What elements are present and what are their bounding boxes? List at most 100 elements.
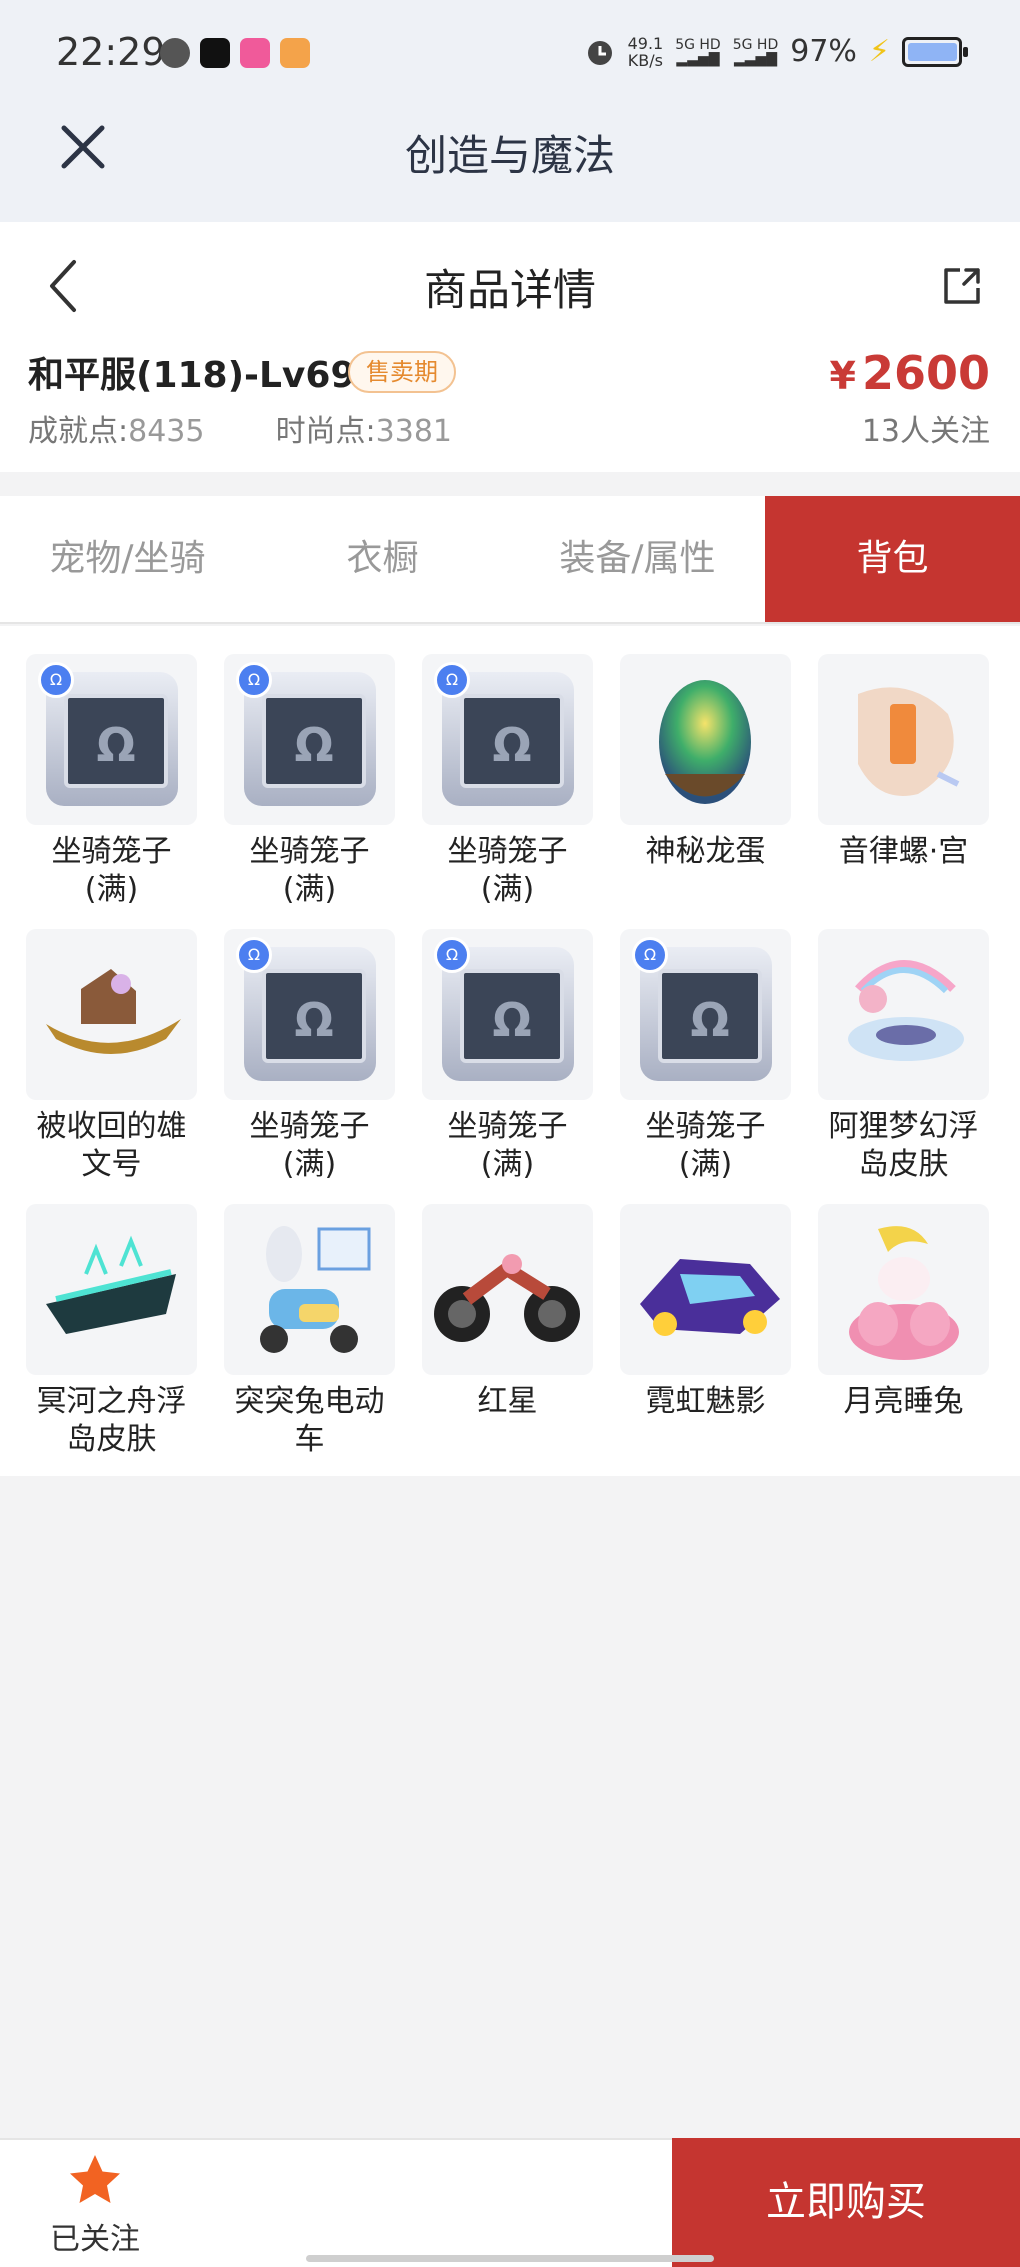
achievement-label: 成就点: (28, 414, 129, 449)
backpack-item[interactable]: Ω Ω 坐骑笼子 (满) (223, 654, 396, 929)
cage-body: ΩΩ (236, 662, 376, 806)
item-subtitle: (满) (84, 872, 139, 907)
buy-now-button[interactable]: 立即购买 (672, 2138, 1020, 2267)
currency-symbol: ¥ (829, 354, 856, 398)
backpack-item[interactable]: Ω Ω 坐骑笼子 (满) (421, 929, 594, 1204)
backpack-item[interactable]: Ω Ω 坐骑笼子 (满) (421, 654, 594, 929)
item-name: 冥河之舟浮 (36, 1384, 187, 1419)
backpack-item[interactable]: Ω Ω 坐骑笼子 (满) (25, 654, 198, 929)
backpack-item[interactable]: 被收回的雄 文号 (25, 929, 198, 1204)
battery-fill (908, 42, 958, 61)
charging-icon: ⚡ (868, 34, 890, 69)
page-title: 商品详情 (424, 266, 596, 316)
price: ¥2600 (830, 346, 990, 400)
item-name: 神秘龙蛋 (645, 834, 766, 869)
item-subtitle: (满) (480, 1147, 535, 1182)
item-name: 坐骑笼子 (447, 834, 568, 869)
mount-cage-icon: ΩΩ (224, 929, 395, 1100)
backpack-item[interactable]: 阿狸梦幻浮 岛皮肤 (817, 929, 990, 1204)
follower-count: 13人关注 (861, 414, 990, 449)
app-title: 创造与魔法 (404, 131, 615, 180)
backpack-item[interactable]: 月亮睡兔 (817, 1204, 990, 1479)
signal-bars-icon: ▂▃▅▇ (733, 50, 778, 67)
backpack-item[interactable]: 突突兔电动车 (223, 1204, 396, 1479)
mascot-app-icon (280, 38, 310, 68)
item-label: 月亮睡兔 (817, 1383, 990, 1421)
mount-cage-icon: ΩΩ (620, 929, 791, 1100)
fashion-label: 时尚点: (275, 414, 376, 449)
cage-body: ΩΩ (434, 662, 574, 806)
item-label: 坐骑笼子 (满) (223, 1108, 396, 1184)
tab-equipment-attributes[interactable]: 装备/属性 (510, 496, 765, 622)
item-name: 阿狸梦幻浮 (828, 1109, 979, 1144)
sale-status-badge: 售卖期 (348, 351, 456, 393)
home-indicator (306, 2255, 714, 2262)
battery-percent: 97% (790, 34, 857, 69)
signal-2: 5G HD ▂▃▅▇ (732, 36, 779, 67)
item-subtitle: (满) (480, 872, 535, 907)
backpack-item[interactable]: 红星 (421, 1204, 594, 1479)
item-label: 被收回的雄 文号 (25, 1108, 198, 1184)
mount-cage-icon: ΩΩ (422, 929, 593, 1100)
item-subtitle: (满) (282, 1147, 337, 1182)
product-stats: 成就点:8435 时尚点:3381 (28, 406, 452, 450)
price-value: 2600 (861, 346, 990, 400)
scooter-icon (224, 1204, 395, 1375)
alarm-icon (587, 40, 612, 65)
item-name: 坐骑笼子 (447, 1109, 568, 1144)
styx-boat-icon (26, 1204, 197, 1375)
ship-icon (26, 929, 197, 1100)
cage-body: ΩΩ (236, 937, 376, 1081)
backpack-item[interactable]: 音律螺·宫 (817, 654, 990, 929)
item-label: 红星 (421, 1383, 594, 1421)
backpack-item[interactable]: 神秘龙蛋 (619, 654, 792, 929)
net-speed: 49.1 KB/s (627, 33, 664, 70)
signal-1: 5G HD ▂▃▅▇ (675, 36, 721, 67)
cage-body: ΩΩ (38, 662, 178, 806)
item-label: 坐骑笼子 (满) (25, 833, 198, 909)
item-name: 坐骑笼子 (249, 834, 370, 869)
tab-backpack[interactable]: 背包 (765, 496, 1020, 622)
item-name: 音律螺·宫 (838, 834, 969, 869)
status-bar: 22:29 49.1 KB/s 5G HD ▂▃▅▇ 5G HD ▂▃▅▇ 97… (0, 0, 1020, 110)
item-subtitle: (满) (678, 1147, 733, 1182)
item-label: 阿狸梦幻浮 岛皮肤 (817, 1108, 990, 1184)
system-status: 49.1 KB/s 5G HD ▂▃▅▇ 5G HD ▂▃▅▇ 97% ⚡ (584, 33, 968, 70)
product-name: 和平服(118)-Lv69 (28, 355, 356, 396)
star-icon (70, 2155, 120, 2203)
item-label: 神秘龙蛋 (619, 833, 792, 871)
item-grid: Ω Ω 坐骑笼子 (满) Ω Ω 坐骑笼子 (满) Ω Ω 坐骑笼子 (满) 神秘龙蛋 音律螺·宫 被收回的… (25, 654, 990, 1479)
neon-car-icon (620, 1204, 791, 1375)
tab-wardrobe[interactable]: 衣橱 (255, 496, 510, 622)
signal-bars-icon: ▂▃▅▇ (676, 50, 720, 67)
backpack-item[interactable]: Ω Ω 坐骑笼子 (满) (619, 929, 792, 1204)
item-name: 红星 (477, 1384, 538, 1419)
achievement-value: 8435 (128, 414, 205, 449)
tab-pets-mounts[interactable]: 宠物/坐骑 (0, 496, 255, 622)
item-subtitle: 文号 (81, 1147, 142, 1182)
item-name: 霓虹魅影 (645, 1384, 766, 1419)
item-label: 冥河之舟浮 岛皮肤 (25, 1383, 198, 1459)
backpack-item[interactable]: 冥河之舟浮 岛皮肤 (25, 1204, 198, 1479)
item-label: 坐骑笼子 (满) (619, 1108, 792, 1184)
cage-body: ΩΩ (434, 937, 574, 1081)
follow-button[interactable]: 已关注 (40, 2152, 150, 2258)
item-name: 坐骑笼子 (645, 1109, 766, 1144)
moon-rabbit-icon (818, 1204, 989, 1375)
backpack-item[interactable]: Ω Ω 坐骑笼子 (满) (223, 929, 396, 1204)
item-name: 被收回的雄 (36, 1109, 187, 1144)
item-name: 坐骑笼子 (51, 834, 172, 869)
item-name: 月亮睡兔 (843, 1384, 964, 1419)
item-label: 坐骑笼子 (满) (421, 1108, 594, 1184)
lofter-app-icon (240, 38, 270, 68)
item-name: 坐骑笼子 (249, 1109, 370, 1144)
item-label: 音律螺·宫 (817, 833, 990, 871)
item-subtitle: 车 (294, 1422, 325, 1457)
motorcycle-icon (422, 1204, 593, 1375)
item-label: 突突兔电动车 (223, 1383, 396, 1459)
item-label: 坐骑笼子 (满) (223, 833, 396, 909)
battery-icon (902, 36, 968, 67)
backpack-item[interactable]: 霓虹魅影 (619, 1204, 792, 1479)
conch-icon (818, 654, 989, 825)
share-icon[interactable] (940, 264, 984, 308)
